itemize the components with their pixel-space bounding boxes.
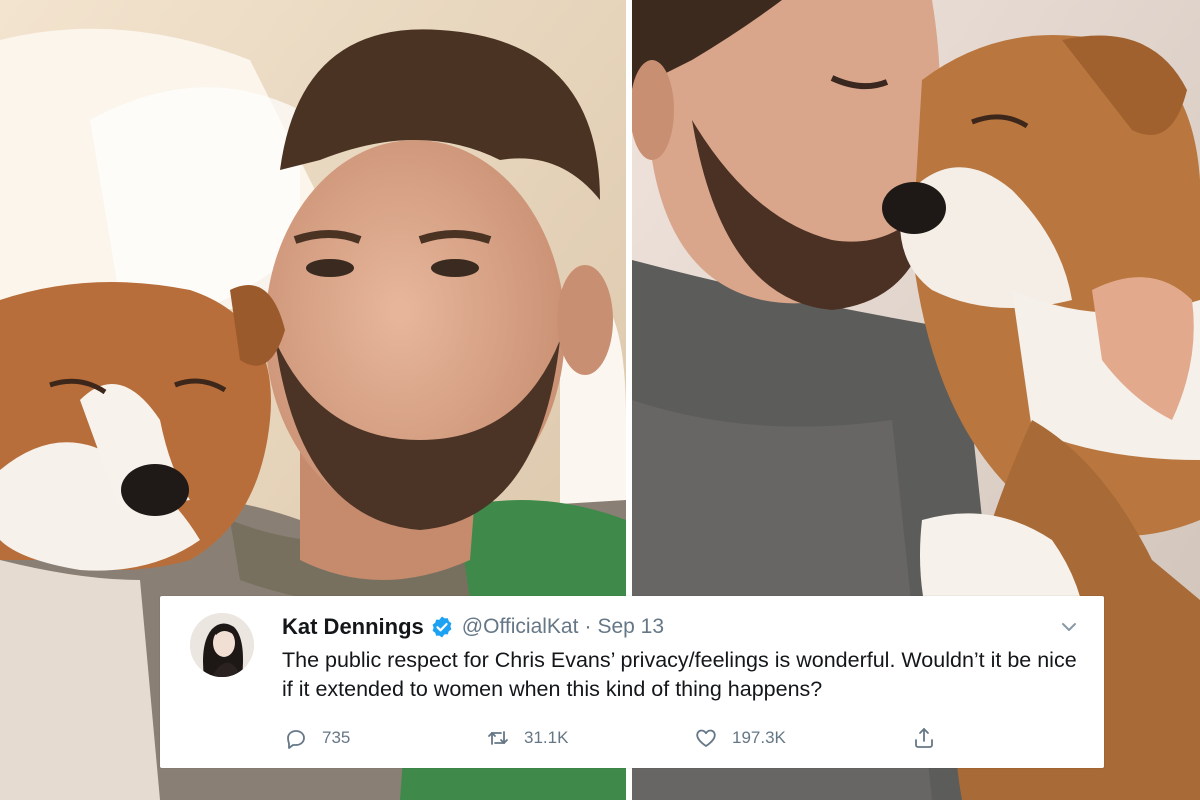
avatar[interactable] bbox=[190, 613, 254, 677]
reply-icon bbox=[287, 730, 305, 749]
tweet-date[interactable]: Sep 13 bbox=[597, 615, 664, 639]
retweet-count: 31.1K bbox=[524, 728, 569, 747]
display-name[interactable]: Kat Dennings bbox=[282, 614, 424, 640]
tweet-text: The public respect for Chris Evans’ priv… bbox=[282, 648, 1077, 701]
tweet-header: Kat Dennings @OfficialKat · Sep 13 bbox=[282, 612, 664, 642]
retweet-button[interactable]: 31.1K bbox=[486, 723, 568, 753]
like-count: 197.3K bbox=[732, 728, 786, 747]
heart-icon bbox=[696, 729, 716, 747]
share-icon bbox=[915, 728, 933, 748]
user-handle[interactable]: @OfficialKat bbox=[462, 615, 579, 639]
reply-count: 735 bbox=[322, 728, 351, 747]
tweet-actions: 735 31.1K 197.3K bbox=[284, 723, 984, 753]
verified-badge-icon bbox=[430, 615, 454, 639]
like-button[interactable]: 197.3K bbox=[694, 723, 786, 753]
reply-button[interactable]: 735 bbox=[284, 723, 350, 753]
retweet-icon bbox=[488, 731, 508, 745]
separator-dot: · bbox=[584, 615, 592, 638]
chevron-down-icon[interactable] bbox=[1058, 616, 1080, 638]
tweet-card[interactable]: Kat Dennings @OfficialKat · Sep 13 The p… bbox=[160, 596, 1104, 768]
share-button[interactable] bbox=[912, 723, 936, 753]
